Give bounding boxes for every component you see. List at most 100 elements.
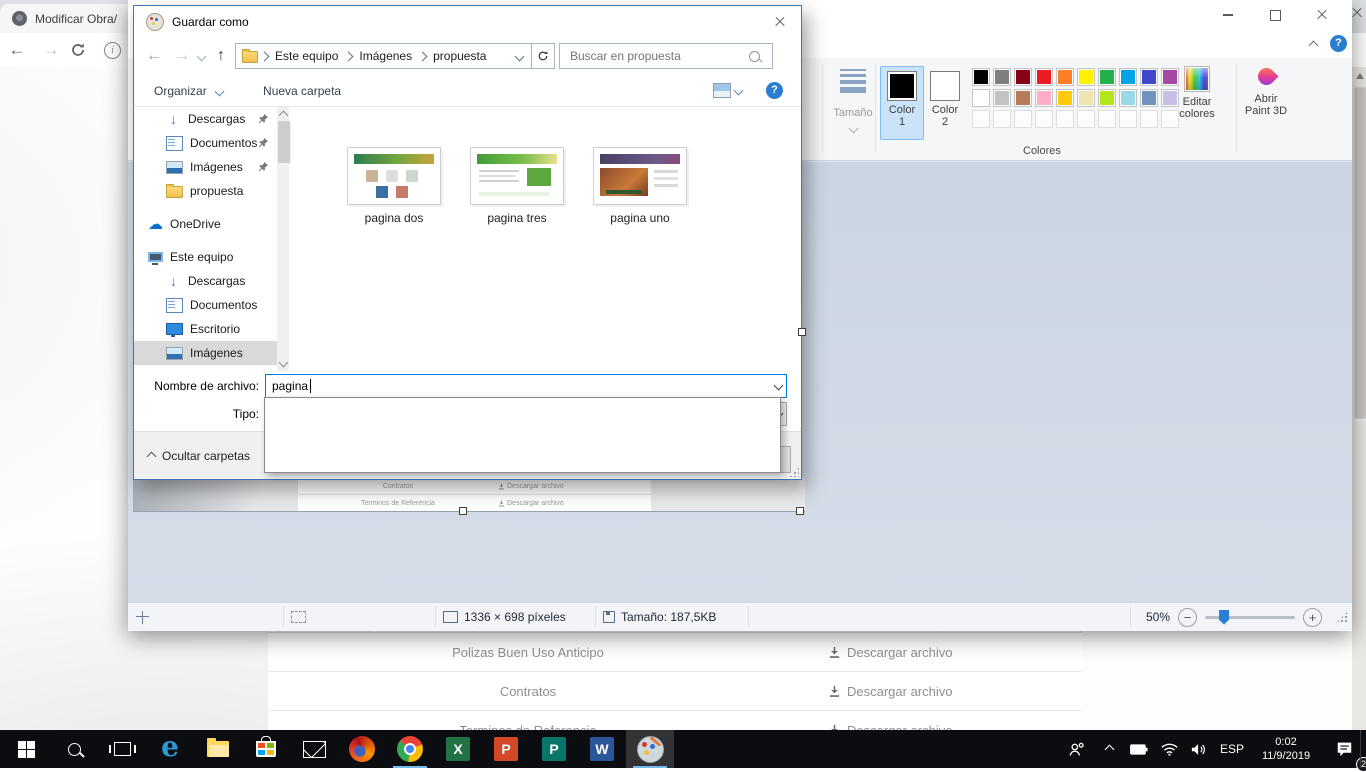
paint-help-icon[interactable]: ?	[1330, 35, 1347, 52]
search-input[interactable]	[568, 48, 749, 64]
hide-folders-button[interactable]: Ocultar carpetas	[148, 449, 250, 463]
taskbar-paint-button[interactable]	[626, 730, 674, 768]
battery-icon[interactable]	[1124, 730, 1154, 768]
sidebar-item-onedrive[interactable]: ☁OneDrive	[134, 212, 277, 236]
view-mode-button[interactable]	[713, 83, 742, 98]
palette-color-swatch[interactable]	[972, 89, 990, 107]
color2-button[interactable]: Color 2	[923, 66, 967, 140]
size-button[interactable]: Tamaño	[830, 66, 876, 137]
file-item-pagina-dos[interactable]: pagina dos	[339, 147, 449, 225]
window-resize-grip[interactable]	[1336, 611, 1348, 623]
new-folder-button[interactable]: Nueva carpeta	[263, 84, 341, 98]
palette-color-swatch[interactable]	[1077, 89, 1095, 107]
filename-dropdown-icon[interactable]	[774, 381, 784, 391]
palette-color-swatch[interactable]	[1056, 89, 1074, 107]
palette-color-swatch[interactable]	[1098, 89, 1116, 107]
selection-handle-right-middle[interactable]	[798, 328, 806, 336]
taskbar-powerpoint-button[interactable]: P	[482, 730, 530, 768]
palette-empty-slot[interactable]	[972, 110, 990, 128]
palette-color-swatch[interactable]	[1035, 68, 1053, 86]
sidebar-item-documentos[interactable]: Documentos	[134, 293, 277, 317]
palette-color-swatch[interactable]	[1035, 89, 1053, 107]
dialog-help-icon[interactable]: ?	[766, 82, 783, 99]
dialog-close-button[interactable]	[765, 10, 795, 34]
palette-color-swatch[interactable]	[1140, 68, 1158, 86]
nav-history-icon[interactable]	[197, 51, 207, 61]
palette-color-swatch[interactable]	[1077, 68, 1095, 86]
sidebar-item-descargas[interactable]: ↓Descargas	[134, 107, 277, 131]
palette-color-swatch[interactable]	[1119, 89, 1137, 107]
close-button[interactable]	[1299, 0, 1345, 30]
browser-forward-icon[interactable]: →	[34, 40, 68, 60]
palette-color-swatch[interactable]	[1119, 68, 1137, 86]
scrollbar-thumb[interactable]	[1354, 87, 1366, 419]
taskbar-edge-button[interactable]: e	[146, 730, 194, 768]
address-bar[interactable]: Este equipo Imágenes propuesta	[235, 43, 532, 69]
browser-close-icon[interactable]	[1350, 6, 1364, 20]
taskbar-search-button[interactable]	[50, 730, 98, 768]
sidebar-scroll-up-icon[interactable]	[279, 111, 289, 121]
sidebar-item-este-equipo[interactable]: Este equipo	[134, 245, 277, 269]
taskbar-publisher-button[interactable]: P	[530, 730, 578, 768]
breadcrumb-item-imagenes[interactable]: Imágenes	[355, 49, 416, 63]
page-info-icon[interactable]: i	[104, 42, 121, 59]
sidebar-scrollbar[interactable]	[277, 107, 289, 371]
breadcrumb-item-propuesta[interactable]: propuesta	[429, 49, 490, 63]
volume-icon[interactable]	[1184, 730, 1214, 768]
hidden-icons-chevron-icon[interactable]	[1094, 730, 1124, 768]
clock[interactable]: 0:0211/9/2019	[1250, 730, 1322, 768]
sidebar-item-imagenes[interactable]: Imágenes	[134, 341, 277, 365]
download-link[interactable]: Descargar archivo	[828, 645, 953, 660]
refresh-button[interactable]	[532, 43, 555, 69]
browser-back-icon[interactable]: ←	[0, 40, 34, 60]
collapse-ribbon-icon[interactable]	[1309, 41, 1319, 51]
browser-tab[interactable]: Modificar Obra/	[0, 4, 142, 33]
taskbar-file-explorer-button[interactable]	[194, 730, 242, 768]
people-icon[interactable]	[1058, 730, 1094, 768]
breadcrumb-item-este-equipo[interactable]: Este equipo	[271, 49, 342, 63]
selection-handle-bottom-right[interactable]	[796, 507, 804, 515]
palette-empty-slot[interactable]	[993, 110, 1011, 128]
taskbar-task-view-button[interactable]	[98, 730, 146, 768]
taskbar-mail-button[interactable]	[290, 730, 338, 768]
address-dropdown-icon[interactable]	[515, 51, 525, 61]
zoom-slider-thumb[interactable]	[1219, 610, 1229, 625]
download-link[interactable]: Descargar archivo	[828, 684, 953, 699]
nav-up-icon[interactable]: ↑	[217, 47, 225, 65]
zoom-slider[interactable]	[1205, 616, 1295, 619]
palette-empty-slot[interactable]	[1056, 110, 1074, 128]
open-paint3d-button[interactable]: Abrir Paint 3D	[1240, 66, 1292, 117]
taskbar-chrome-button[interactable]	[386, 730, 434, 768]
filename-input[interactable]: pagina	[265, 374, 787, 398]
show-desktop-button[interactable]	[1360, 730, 1366, 768]
file-item-pagina-uno[interactable]: pagina uno	[585, 147, 695, 225]
browser-scrollbar[interactable]	[1352, 67, 1366, 730]
organize-button[interactable]: Organizar	[154, 84, 223, 98]
taskbar-excel-button[interactable]: X	[434, 730, 482, 768]
taskbar-firefox-button[interactable]	[338, 730, 386, 768]
palette-empty-slot[interactable]	[1077, 110, 1095, 128]
edit-colors-button[interactable]: Editar colores	[1171, 66, 1223, 120]
minimize-button[interactable]	[1205, 0, 1251, 30]
palette-empty-slot[interactable]	[1098, 110, 1116, 128]
sidebar-item-imagenes[interactable]: Imágenes	[134, 155, 277, 179]
nav-back-icon[interactable]: ←	[146, 47, 162, 65]
palette-color-swatch[interactable]	[1014, 68, 1032, 86]
search-box[interactable]	[559, 43, 773, 69]
palette-color-swatch[interactable]	[1140, 89, 1158, 107]
palette-color-swatch[interactable]	[1098, 68, 1116, 86]
palette-color-swatch[interactable]	[993, 89, 1011, 107]
sidebar-scroll-down-icon[interactable]	[279, 358, 289, 368]
scroll-up-icon[interactable]	[1356, 73, 1364, 79]
file-item-pagina-tres[interactable]: pagina tres	[462, 147, 572, 225]
palette-empty-slot[interactable]	[1140, 110, 1158, 128]
palette-empty-slot[interactable]	[1014, 110, 1032, 128]
wifi-icon[interactable]	[1154, 730, 1184, 768]
browser-reload-icon[interactable]	[70, 42, 86, 58]
palette-color-swatch[interactable]	[993, 68, 1011, 86]
zoom-out-button[interactable]: −	[1178, 608, 1197, 627]
palette-color-swatch[interactable]	[1056, 68, 1074, 86]
sidebar-item-propuesta[interactable]: propuesta	[134, 179, 277, 203]
palette-color-swatch[interactable]	[1014, 89, 1032, 107]
palette-empty-slot[interactable]	[1035, 110, 1053, 128]
